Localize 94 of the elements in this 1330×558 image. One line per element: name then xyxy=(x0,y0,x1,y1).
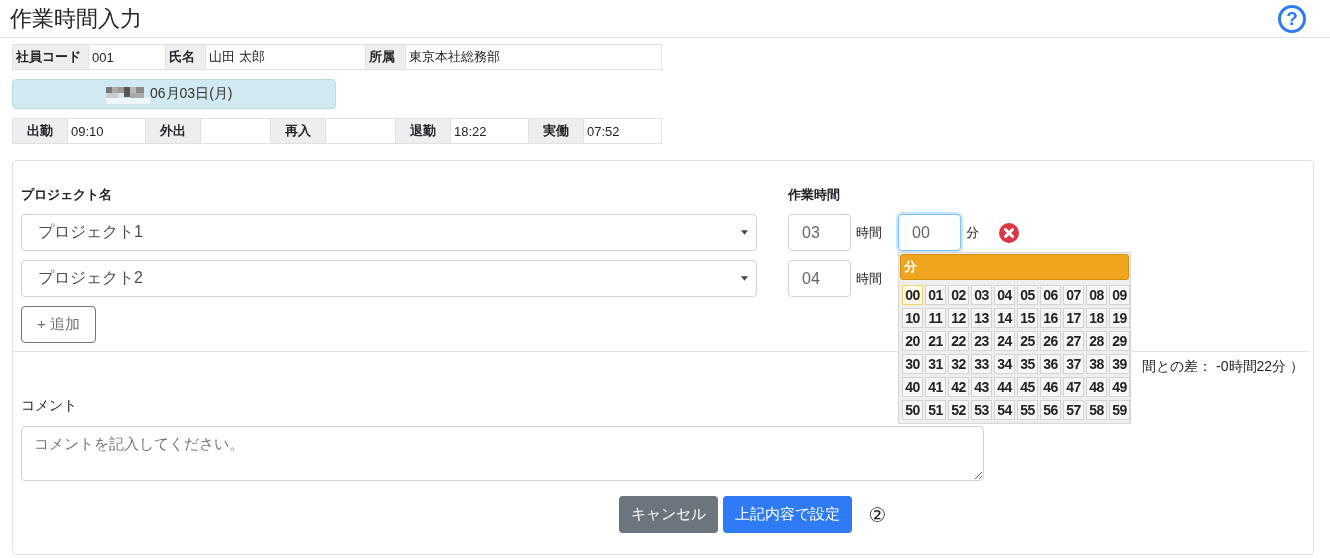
minute-option[interactable]: 31 xyxy=(925,354,946,374)
minute-option[interactable]: 32 xyxy=(948,354,969,374)
minute-option[interactable]: 50 xyxy=(902,400,923,420)
minute-option[interactable]: 02 xyxy=(948,285,969,305)
remove-icon[interactable] xyxy=(999,222,1019,243)
minute-option[interactable]: 59 xyxy=(1109,400,1130,420)
hours-input[interactable]: 04 xyxy=(788,260,851,297)
project-select[interactable]: プロジェクト2 xyxy=(21,260,757,297)
field-label: 社員コード xyxy=(13,45,89,69)
minute-option[interactable]: 06 xyxy=(1040,285,1061,305)
minute-option[interactable]: 04 xyxy=(994,285,1015,305)
minute-option[interactable]: 13 xyxy=(971,308,992,328)
minute-option[interactable]: 10 xyxy=(902,308,923,328)
hours-input[interactable]: 03 xyxy=(788,214,851,251)
minute-option[interactable]: 38 xyxy=(1086,354,1107,374)
minute-option[interactable]: 30 xyxy=(902,354,923,374)
help-icon[interactable]: ? xyxy=(1278,4,1306,33)
minute-option[interactable]: 09 xyxy=(1109,285,1130,305)
minute-option[interactable]: 56 xyxy=(1040,400,1061,420)
minute-option[interactable]: 25 xyxy=(1017,331,1038,351)
minute-option[interactable]: 47 xyxy=(1063,377,1084,397)
minute-option[interactable]: 22 xyxy=(948,331,969,351)
minute-option[interactable]: 42 xyxy=(948,377,969,397)
page-title: 作業時間入力 xyxy=(10,4,142,33)
field-value: 07:52 xyxy=(586,122,621,141)
minute-option[interactable]: 24 xyxy=(994,331,1015,351)
minute-option[interactable]: 12 xyxy=(948,308,969,328)
minute-option[interactable]: 01 xyxy=(925,285,946,305)
field-label: 退勤 xyxy=(396,119,451,143)
dropdown-caret-icon xyxy=(741,230,748,235)
minute-option[interactable]: 43 xyxy=(971,377,992,397)
minute-option[interactable]: 52 xyxy=(948,400,969,420)
submit-button[interactable]: 上記内容で設定 xyxy=(722,496,852,533)
comment-field[interactable]: コメントを記入してください。 xyxy=(21,426,984,481)
minute-option[interactable]: 27 xyxy=(1063,331,1084,351)
column-label: 作業時間 xyxy=(788,186,840,204)
minute-option[interactable]: 15 xyxy=(1017,308,1038,328)
difference-note: 間との差： -0時間22分 ） xyxy=(1142,358,1304,376)
minute-option[interactable]: 03 xyxy=(971,285,992,305)
minute-option[interactable]: 46 xyxy=(1040,377,1061,397)
field-value: 東京本社総務部 xyxy=(408,48,501,66)
comment-label: コメント xyxy=(21,397,77,415)
minute-option[interactable]: 29 xyxy=(1109,331,1130,351)
add-button[interactable]: + 追加 xyxy=(21,306,96,343)
minute-option[interactable]: 41 xyxy=(925,377,946,397)
minute-option[interactable]: 37 xyxy=(1063,354,1084,374)
minute-option[interactable]: 21 xyxy=(925,331,946,351)
minute-option[interactable]: 35 xyxy=(1017,354,1038,374)
project-select[interactable]: プロジェクト1 xyxy=(21,214,757,251)
minute-option[interactable]: 14 xyxy=(994,308,1015,328)
minute-option[interactable]: 48 xyxy=(1086,377,1107,397)
minute-option[interactable]: 45 xyxy=(1017,377,1038,397)
minute-option[interactable]: 16 xyxy=(1040,308,1061,328)
minute-option[interactable]: 00 xyxy=(902,285,923,305)
field-label: 氏名 xyxy=(166,45,206,69)
minute-option[interactable]: 57 xyxy=(1063,400,1084,420)
minute-option[interactable]: 58 xyxy=(1086,400,1107,420)
minute-option[interactable]: 55 xyxy=(1017,400,1038,420)
unit-label: 時間 xyxy=(856,269,882,288)
minute-option[interactable]: 19 xyxy=(1109,308,1130,328)
minute-option[interactable]: 34 xyxy=(994,354,1015,374)
minute-option[interactable]: 05 xyxy=(1017,285,1038,305)
minute-option[interactable]: 18 xyxy=(1086,308,1107,328)
minutes-input[interactable]: 00 xyxy=(898,214,961,251)
field-label: 実働 xyxy=(529,119,584,143)
minute-option[interactable]: 08 xyxy=(1086,285,1107,305)
date-text: 06月03日(月) xyxy=(150,85,233,103)
minute-option[interactable]: 20 xyxy=(902,331,923,351)
minute-option[interactable]: 40 xyxy=(902,377,923,397)
field-label: 外出 xyxy=(146,119,201,143)
minute-option[interactable]: 49 xyxy=(1109,377,1130,397)
step-number: ② xyxy=(868,502,887,527)
minute-option[interactable]: 54 xyxy=(994,400,1015,420)
minute-option[interactable]: 07 xyxy=(1063,285,1084,305)
field-label: 出勤 xyxy=(13,119,68,143)
field-label: 所属 xyxy=(366,45,406,69)
minute-option[interactable]: 11 xyxy=(925,308,946,328)
field-label: 再入 xyxy=(271,119,326,143)
unit-label: 分 xyxy=(966,223,979,242)
minute-option[interactable]: 39 xyxy=(1109,354,1130,374)
unit-label: 時間 xyxy=(856,223,882,242)
dropdown-caret-icon xyxy=(741,276,748,281)
minute-option[interactable]: 44 xyxy=(994,377,1015,397)
minute-option[interactable]: 53 xyxy=(971,400,992,420)
picker-header: 分 xyxy=(900,254,1129,280)
minute-option[interactable]: 26 xyxy=(1040,331,1061,351)
minute-option[interactable]: 28 xyxy=(1086,331,1107,351)
minute-option[interactable]: 51 xyxy=(925,400,946,420)
minute-option[interactable]: 36 xyxy=(1040,354,1061,374)
minute-option[interactable]: 33 xyxy=(971,354,992,374)
column-label: プロジェクト名 xyxy=(21,186,113,204)
minute-option[interactable]: 23 xyxy=(971,331,992,351)
cancel-button[interactable]: キャンセル xyxy=(618,496,718,533)
minute-option[interactable]: 17 xyxy=(1063,308,1084,328)
